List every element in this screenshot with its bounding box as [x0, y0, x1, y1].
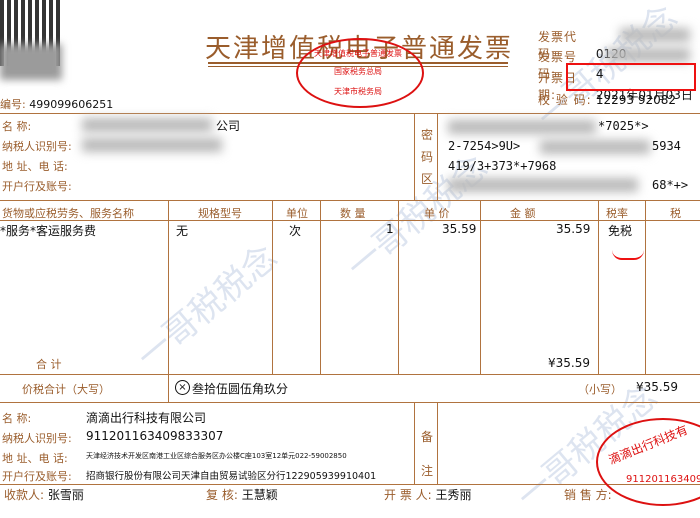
stamp-text-mid: 国家税务总局	[334, 67, 382, 76]
check-code-value: 12293 92082	[595, 93, 676, 107]
total-figure-label: （小写）	[578, 383, 622, 396]
item-unit: 次	[289, 224, 302, 238]
buyer-name-value: 公司	[216, 119, 241, 133]
subtotal-amount: ¥35.59	[548, 356, 590, 370]
item-qty: 1	[386, 222, 394, 236]
multiply-circle-icon: ×	[175, 380, 190, 395]
watermark-text: 一哥税税念	[129, 237, 286, 378]
check-code-row: 校 验 码: 12293 92082	[538, 91, 676, 108]
date-highlight-box	[566, 63, 696, 91]
table-divider	[645, 200, 646, 374]
redacted-code	[620, 28, 690, 42]
col-header-rate: 税率	[606, 207, 628, 220]
seller-bank-label: 开户行及账号:	[2, 470, 72, 483]
rate-underline-mark	[612, 250, 644, 260]
remark-label: 备注	[421, 430, 434, 478]
machine-number-row: 编号: 499099606251	[0, 96, 113, 112]
col-header-tax: 税	[670, 207, 681, 220]
seller-bank-value: 招商银行股份有限公司天津自由贸易试验区分行122905939910401	[86, 471, 377, 482]
buyer-tax-label: 纳税人识别号:	[2, 140, 72, 153]
buyer-address-label: 地 址、电 话:	[2, 160, 68, 173]
col-header-name: 货物或应税劳务、服务名称	[2, 207, 134, 220]
password-line-2b: 5934	[652, 139, 681, 153]
password-line-4: 68*+>	[652, 178, 689, 192]
redacted-buyer-tax	[82, 138, 222, 152]
password-line-3: 419/3+373*+7968	[448, 159, 557, 173]
item-spec: 无	[176, 224, 189, 238]
seller-sign-label: 销 售 方:	[564, 488, 612, 502]
redacted-buyer-name	[82, 118, 212, 132]
table-border	[0, 402, 700, 403]
table-divider	[480, 200, 481, 374]
item-name: *服务*客运服务费	[0, 224, 97, 238]
item-rate: 免税	[608, 224, 633, 238]
redacted-password	[448, 178, 638, 192]
password-line-2a: 2-7254>9U>	[448, 139, 521, 153]
table-divider	[168, 200, 169, 374]
seller-name-value: 滴滴出行科技有限公司	[86, 411, 207, 425]
table-divider	[414, 402, 415, 484]
table-border	[0, 374, 700, 375]
subtotal-label: 合 计	[36, 358, 62, 371]
item-price: 35.59	[442, 222, 477, 236]
col-header-qty: 数 量	[340, 207, 366, 220]
table-divider	[272, 200, 273, 374]
table-divider	[398, 200, 399, 374]
col-header-spec: 规格型号	[198, 207, 242, 220]
password-area-label: 密码区	[421, 128, 434, 186]
table-border	[0, 200, 700, 201]
col-header-price: 单 价	[424, 207, 450, 220]
col-header-amount: 金 额	[510, 207, 536, 220]
footer-reviewer: 复 核: 王慧颖	[206, 486, 278, 503]
footer-drawer: 开 票 人: 王秀丽	[384, 486, 472, 503]
table-divider	[320, 200, 321, 374]
item-amount: 35.59	[556, 222, 591, 236]
seller-stamp-code: 91120116340983	[626, 474, 700, 485]
table-divider	[598, 200, 599, 374]
qr-code-blur	[0, 44, 62, 80]
seller-tax-label: 纳税人识别号:	[2, 432, 72, 445]
redacted-password	[540, 140, 650, 154]
table-border-top	[0, 113, 700, 114]
footer-payee: 收款人: 张雪丽	[4, 486, 84, 503]
table-border-bottom	[0, 484, 700, 485]
stamp-text-top: 天津增值税电子普通发票	[314, 49, 402, 58]
stamp-text-bot: 天津市税务局	[334, 87, 382, 96]
seller-tax-value: 911201163409833307	[86, 429, 224, 443]
table-divider	[437, 402, 438, 484]
seller-name-label: 名 称:	[2, 412, 32, 425]
seller-address-label: 地 址、电 话:	[2, 452, 68, 465]
buyer-name-label: 名 称:	[2, 120, 32, 133]
buyer-bank-label: 开户行及账号:	[2, 180, 72, 193]
total-figure-value: ¥35.59	[636, 380, 678, 394]
redacted-password	[448, 120, 596, 134]
total-words-value: 叁拾伍圆伍角玖分	[192, 382, 289, 396]
seller-address-value: 天津经济技术开发区南港工业区综合服务区办公楼C座103室12单元022-5900…	[86, 452, 347, 460]
check-code-label: 校 验 码:	[538, 93, 592, 107]
total-words-label: 价税合计（大写）	[22, 383, 110, 396]
col-header-unit: 单位	[286, 207, 308, 220]
machine-number-label: 编号:	[0, 98, 26, 111]
machine-number-value: 499099606251	[29, 98, 114, 111]
redacted-number	[606, 48, 690, 62]
table-divider	[437, 113, 438, 200]
table-divider	[414, 113, 415, 200]
table-divider	[168, 374, 169, 402]
password-line-1: *7025*>	[598, 119, 649, 133]
